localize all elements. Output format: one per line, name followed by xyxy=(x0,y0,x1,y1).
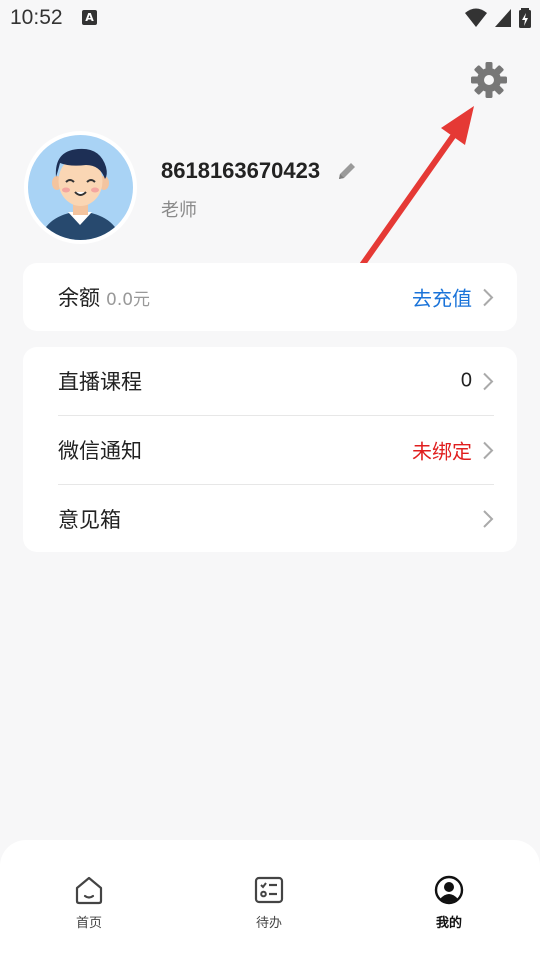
avatar[interactable] xyxy=(24,131,137,244)
balance-label: 余额 xyxy=(58,286,100,310)
menu-item-feedback[interactable]: 意见箱 xyxy=(58,485,494,553)
live-course-count: 0 xyxy=(460,369,472,392)
menu-item-label: 微信通知 xyxy=(58,439,142,463)
profile-icon xyxy=(434,875,464,905)
balance-value: 0.0元 xyxy=(106,290,151,310)
nav-item-mine[interactable]: 我的 xyxy=(404,874,494,931)
menu-item-label: 直播课程 xyxy=(58,370,142,394)
chevron-right-icon xyxy=(483,510,494,528)
home-icon xyxy=(75,876,103,905)
menu-item-label: 意见箱 xyxy=(58,508,121,532)
edit-icon[interactable] xyxy=(336,160,358,186)
signal-icon xyxy=(494,9,511,27)
balance-row[interactable]: 余额 0.0元 去充值 xyxy=(58,263,494,331)
chevron-right-icon xyxy=(483,288,494,306)
recharge-link[interactable]: 去充值 xyxy=(412,283,494,312)
nav-label: 待办 xyxy=(255,916,282,931)
balance-label-group: 余额 0.0元 xyxy=(58,282,150,312)
menu-item-wechat-notify[interactable]: 微信通知 未绑定 xyxy=(58,416,494,485)
a-notification-icon: A xyxy=(82,10,97,25)
wifi-icon xyxy=(464,8,487,27)
menu-item-live-courses[interactable]: 直播课程 0 xyxy=(58,347,494,416)
nav-label: 首页 xyxy=(75,916,102,931)
status-bar: 10:52 A xyxy=(0,0,540,38)
balance-card[interactable]: 余额 0.0元 去充值 xyxy=(23,263,517,331)
settings-button[interactable] xyxy=(469,60,509,100)
wechat-bind-status: 未绑定 xyxy=(412,439,472,464)
user-role: 老师 xyxy=(161,200,197,221)
user-phone: 8618163670423 xyxy=(161,158,321,183)
menu-item-right xyxy=(482,509,494,529)
status-time: 10:52 xyxy=(10,6,63,29)
status-icons xyxy=(464,7,532,29)
todo-icon xyxy=(254,876,284,904)
avatar-boy-icon xyxy=(28,135,133,240)
nav-item-home[interactable]: 首页 xyxy=(44,874,134,931)
nav-label: 我的 xyxy=(435,916,462,931)
bottom-nav: 首页 待办 我的 xyxy=(0,840,540,960)
chevron-right-icon xyxy=(483,372,494,390)
nav-item-todo[interactable]: 待办 xyxy=(224,874,314,931)
battery-charging-icon xyxy=(519,8,531,28)
menu-item-right: 0 xyxy=(461,370,494,393)
menu-card: 直播课程 0 微信通知 未绑定 意见箱 xyxy=(23,347,517,552)
recharge-label: 去充值 xyxy=(412,286,472,311)
gear-icon xyxy=(471,62,507,98)
menu-item-right: 未绑定 xyxy=(412,436,494,465)
chevron-right-icon xyxy=(483,441,494,459)
